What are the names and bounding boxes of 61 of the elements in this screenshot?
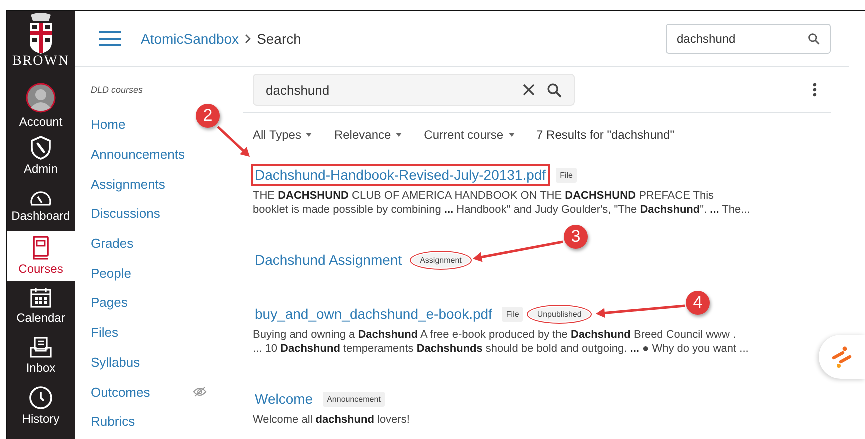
type-tag: File	[556, 168, 577, 182]
result-title-link[interactable]: Dachshund-Handbook-Revised-July-20131.pdf	[251, 164, 550, 186]
type-tag: Unpublished	[529, 306, 590, 322]
course-nav-link[interactable]: Assignments	[91, 176, 191, 192]
callout-number: 2	[196, 104, 220, 128]
course-nav-link[interactable]: Discussions	[91, 206, 191, 222]
result-count: 7 Results for "dachshund"	[536, 128, 674, 142]
global-nav-item[interactable]: Inbox	[7, 331, 75, 381]
search-icon[interactable]	[547, 82, 562, 98]
book-icon	[32, 236, 50, 260]
global-nav-item[interactable]: Admin	[7, 131, 75, 181]
breadcrumb-link[interactable]: AtomicSandbox	[141, 30, 240, 46]
filter-dropdown[interactable]: Relevance	[334, 128, 402, 142]
course-nav-link[interactable]: Pages	[91, 295, 191, 310]
course-nav-link[interactable]: Syllabus	[91, 354, 191, 370]
search-field[interactable]: dachshund	[253, 74, 575, 106]
callout-number: 3	[564, 225, 588, 249]
calendar-icon	[30, 287, 52, 309]
gauge-icon	[29, 189, 53, 207]
course-nav-link[interactable]: People	[91, 266, 191, 281]
course-nav-link[interactable]: Rubrics	[91, 414, 191, 430]
result-snippet: ... 10 Dachshund temperaments Dachshunds should be bold and outgoing. ... ● Why do you want ...	[253, 342, 750, 356]
annotation-arrow	[217, 126, 250, 157]
breadcrumb-current: Search	[257, 30, 302, 46]
inbox-icon	[29, 337, 53, 359]
result-snippet: Buying and owning a Dachshund A free e-book produced by the Dachshund Breed Council www .	[253, 329, 738, 342]
assistant-widget-button[interactable]	[819, 335, 865, 379]
result-title-link[interactable]: buy_and_own_dachshund_e-book.pdf	[251, 303, 496, 325]
menu-icon[interactable]	[99, 30, 121, 46]
course-nav-link[interactable]: Grades	[91, 236, 191, 252]
result-snippet: THE DACHSHUND CLUB OF AMERICA HANDBOOK ON THE DACHSHUND PREFACE This	[253, 190, 716, 204]
filter-dropdown[interactable]: Current course	[424, 128, 515, 142]
type-tag: Announcement	[323, 392, 385, 406]
sparkle-logo-icon	[831, 346, 853, 368]
avatar-icon	[26, 83, 56, 113]
search-icon[interactable]	[808, 32, 820, 44]
course-nav-link[interactable]: Announcements	[91, 147, 191, 162]
course-nav-heading: DLD courses	[91, 85, 144, 95]
result-snippet: Welcome all dachshund lovers!	[253, 414, 411, 428]
chevron-icon	[245, 34, 252, 44]
type-tag: Assignment	[412, 252, 470, 268]
course-nav-link[interactable]: Files	[91, 325, 191, 340]
clock-icon	[29, 386, 53, 410]
more-options-icon[interactable]	[813, 83, 817, 97]
result-title-link[interactable]: Dachshund Assignment	[251, 249, 406, 271]
logo-text: BROWN	[12, 55, 70, 69]
type-tag: File	[502, 306, 524, 322]
global-nav-item[interactable]: Calendar	[7, 281, 75, 331]
result-title-link[interactable]: Welcome	[251, 388, 318, 410]
callout-number: 4	[686, 291, 710, 315]
result-snippet: booklet is made possible by combining ... Handbook" and Judy Goulder's, "The Dachshund". ... The...	[253, 204, 752, 217]
global-nav-item[interactable]: Dashboard	[7, 181, 75, 231]
global-nav-item[interactable]: Account	[7, 81, 75, 131]
course-nav-link[interactable]: Outcomes	[91, 384, 191, 400]
header-search-field[interactable]: dachshund	[666, 24, 831, 54]
global-nav-item[interactable]: Courses	[7, 231, 75, 281]
filter-dropdown[interactable]: All Types	[253, 128, 312, 142]
course-nav-link[interactable]: Home	[91, 117, 191, 132]
global-nav-item[interactable]: History	[7, 381, 75, 431]
shield-icon	[30, 136, 52, 160]
close-icon[interactable]	[523, 84, 535, 96]
